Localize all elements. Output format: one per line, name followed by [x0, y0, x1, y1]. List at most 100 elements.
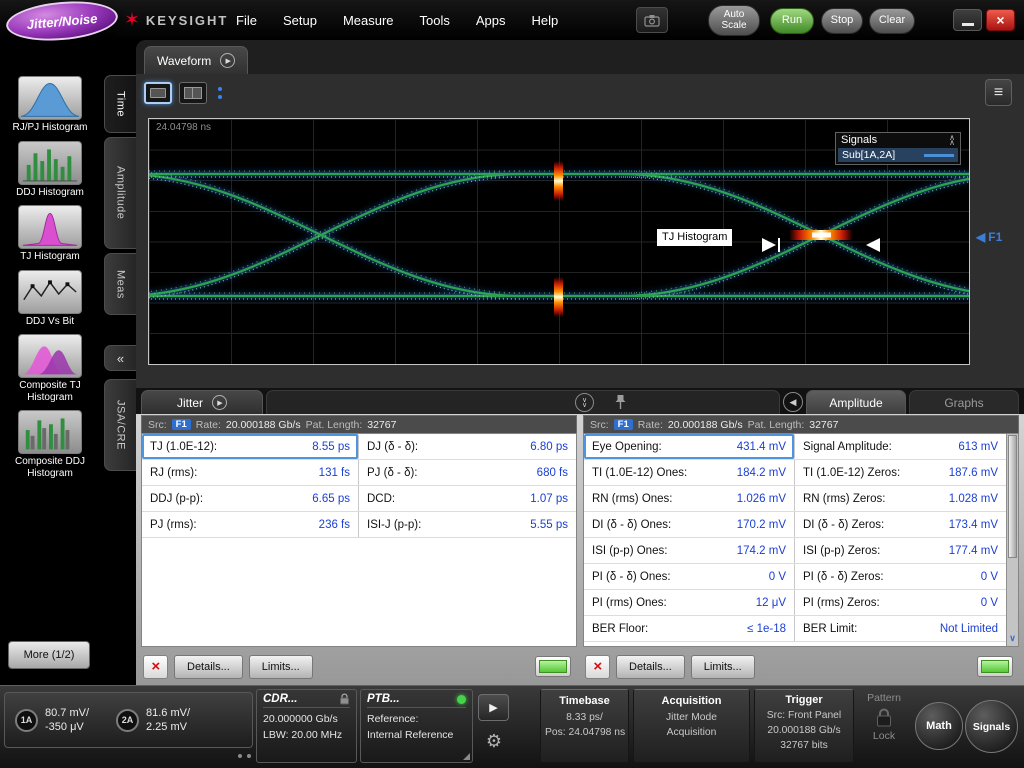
- table-row: DDJ (p-p):6.65 ps DCD:1.07 ps: [142, 486, 576, 512]
- sidebar-item-tj-histogram[interactable]: TJ Histogram: [2, 205, 98, 263]
- ddj-vs-bit-thumbnail-icon: [18, 270, 82, 314]
- meas-cell[interactable]: PJ (δ - δ):680 fs: [359, 460, 576, 485]
- single-display-button[interactable]: [144, 82, 172, 104]
- side-tab-time[interactable]: Time: [104, 75, 136, 133]
- signals-button[interactable]: Signals: [965, 700, 1018, 753]
- channel-1a-badge[interactable]: 1A: [15, 709, 38, 732]
- ptb-panel[interactable]: PTB... Reference: Internal Reference: [360, 689, 473, 763]
- meas-cell[interactable]: TI (1.0E-12) Ones:184.2 mV: [584, 460, 795, 485]
- circle-play-icon[interactable]: ▶: [212, 395, 227, 410]
- menu-tools[interactable]: Tools: [420, 13, 450, 28]
- split-display-button[interactable]: [179, 82, 207, 104]
- meas-cell[interactable]: TI (1.0E-12) Zeros:187.6 mV: [795, 460, 1006, 485]
- trigger-panel[interactable]: Trigger Src: Front Panel 20.000188 Gb/s …: [754, 689, 854, 763]
- sidebar-item-label: DDJ Histogram: [2, 187, 98, 199]
- minimize-button[interactable]: [953, 9, 982, 31]
- f1-source-marker[interactable]: ◀ F1: [976, 230, 1002, 244]
- clear-measurement-button[interactable]: ×: [143, 655, 168, 679]
- collapse-sidebar-button[interactable]: «: [104, 345, 136, 371]
- tj-histogram-tag[interactable]: TJ Histogram: [657, 229, 732, 246]
- scroll-down-icon[interactable]: ∨: [1007, 633, 1018, 646]
- panel-back-icon[interactable]: ◀: [783, 392, 803, 412]
- meas-cell[interactable]: ISI (p-p) Ones:174.2 mV: [584, 538, 795, 563]
- meas-cell[interactable]: TJ (1.0E-12):8.55 ps: [142, 434, 359, 459]
- meas-cell[interactable]: DDJ (p-p):6.65 ps: [142, 486, 359, 511]
- jitter-panel-footer: × Details... Limits...: [141, 647, 577, 681]
- meas-cell[interactable]: BER Floor:≤ 1e-18: [584, 616, 795, 641]
- meas-cell[interactable]: PI (rms) Zeros:0 V: [795, 590, 1006, 615]
- menu-file[interactable]: File: [236, 13, 257, 28]
- sidebar-item-composite-ddj-histogram[interactable]: Composite DDJ Histogram: [2, 410, 98, 479]
- source-badge[interactable]: F1: [614, 419, 633, 430]
- pin-icon[interactable]: [613, 394, 628, 411]
- meas-cell[interactable]: ISI-J (p-p):5.55 ps: [359, 512, 576, 537]
- meas-cell[interactable]: DCD:1.07 ps: [359, 486, 576, 511]
- meas-cell[interactable]: DI (δ - δ) Zeros:173.4 mV: [795, 512, 1006, 537]
- kebab-menu-icon[interactable]: [218, 87, 222, 99]
- side-tab-jsacre[interactable]: JSA/CRE: [104, 379, 136, 471]
- limits-button[interactable]: Limits...: [249, 655, 313, 679]
- sidebar-item-ddj-vs-bit[interactable]: DDJ Vs Bit: [2, 270, 98, 328]
- menu-setup[interactable]: Setup: [283, 13, 317, 28]
- meas-cell[interactable]: Eye Opening:431.4 mV: [584, 434, 795, 459]
- source-badge[interactable]: F1: [172, 419, 191, 430]
- meas-cell[interactable]: DJ (δ - δ):6.80 ps: [359, 434, 576, 459]
- amplitude-histogram-bottom: [554, 277, 563, 317]
- meas-cell[interactable]: BER Limit:Not Limited: [795, 616, 1006, 641]
- tab-jitter-label: Jitter: [177, 396, 203, 410]
- meas-cell[interactable]: PI (δ - δ) Ones:0 V: [584, 564, 795, 589]
- meas-cell[interactable]: Signal Amplitude:613 mV: [795, 434, 1006, 459]
- menu-measure[interactable]: Measure: [343, 13, 394, 28]
- stop-button[interactable]: Stop: [821, 8, 863, 34]
- scrollbar-thumb[interactable]: [1008, 435, 1017, 558]
- menu-apps[interactable]: Apps: [476, 13, 506, 28]
- tab-graphs[interactable]: Graphs: [909, 390, 1019, 414]
- meas-cell[interactable]: RN (rms) Ones:1.026 mV: [584, 486, 795, 511]
- meas-cell[interactable]: DI (δ - δ) Ones:170.2 mV: [584, 512, 795, 537]
- sidebar-more-button[interactable]: More (1/2): [8, 641, 90, 669]
- menu-help[interactable]: Help: [532, 13, 559, 28]
- eye-diagram-plot[interactable]: 24.04798 ns Signals ∧∧ Sub[1A,2A] TJ His…: [148, 118, 970, 365]
- details-button[interactable]: Details...: [174, 655, 243, 679]
- timebase-panel[interactable]: Timebase 8.33 ps/ Pos: 24.04798 ns: [540, 689, 629, 763]
- acquisition-panel[interactable]: Acquisition Jitter Mode Acquisition: [633, 689, 750, 763]
- close-icon: ×: [996, 12, 1004, 28]
- meas-cell[interactable]: PI (rms) Ones:12 μV: [584, 590, 795, 615]
- channels-panel[interactable]: 1A 80.7 mV/ -350 μV 2A 81.6 mV/ 2.25 mV: [4, 692, 253, 748]
- sidebar-item-composite-tj-histogram[interactable]: Composite TJ Histogram: [2, 334, 98, 403]
- meas-cell[interactable]: ISI (p-p) Zeros:177.4 mV: [795, 538, 1006, 563]
- meas-cell[interactable]: RJ (rms):131 fs: [142, 460, 359, 485]
- legend-collapse-icon[interactable]: ∧∧: [949, 135, 955, 145]
- hamburger-menu-icon[interactable]: ≡: [985, 79, 1012, 106]
- side-tab-meas[interactable]: Meas: [104, 253, 136, 315]
- screenshot-button[interactable]: [636, 7, 668, 33]
- sidebar-item-rjpj-histogram[interactable]: RJ/PJ Histogram: [2, 76, 98, 134]
- tj-marker-left-icon[interactable]: [866, 238, 880, 252]
- tab-jitter[interactable]: Jitter ▶: [141, 390, 263, 414]
- clear-button[interactable]: Clear: [869, 8, 915, 34]
- meas-cell[interactable]: PJ (rms):236 fs: [142, 512, 359, 537]
- details-button[interactable]: Details...: [616, 655, 685, 679]
- channel-2a-badge[interactable]: 2A: [116, 709, 139, 732]
- circle-play-icon[interactable]: ▶: [220, 53, 235, 68]
- clear-measurement-button[interactable]: ×: [585, 655, 610, 679]
- pattern-lock-panel[interactable]: Pattern Lock: [858, 692, 910, 742]
- close-button[interactable]: ×: [986, 9, 1015, 31]
- auto-scale-button[interactable]: Auto Scale: [708, 5, 760, 36]
- scrollbar[interactable]: ∨: [1006, 434, 1018, 646]
- limits-button[interactable]: Limits...: [691, 655, 755, 679]
- legend-entry[interactable]: Sub[1A,2A]: [838, 148, 958, 162]
- tab-waveform[interactable]: Waveform ▶: [144, 46, 248, 74]
- settings-button[interactable]: ⚙: [481, 728, 507, 754]
- ptb-play-button[interactable]: ▶: [478, 694, 509, 721]
- meas-cell[interactable]: RN (rms) Zeros:1.028 mV: [795, 486, 1006, 511]
- tab-amplitude[interactable]: Amplitude: [806, 390, 906, 414]
- meas-cell[interactable]: PI (δ - δ) Zeros:0 V: [795, 564, 1006, 589]
- collapse-panel-icon[interactable]: ∨∨: [575, 393, 594, 412]
- side-tab-amplitude[interactable]: Amplitude: [104, 137, 136, 249]
- math-button[interactable]: Math: [915, 702, 963, 750]
- cdr-panel[interactable]: CDR... 20.000000 Gb/s LBW: 20.00 MHz: [256, 689, 357, 763]
- tj-marker-right-icon[interactable]: [762, 238, 776, 252]
- sidebar-item-ddj-histogram[interactable]: DDJ Histogram: [2, 141, 98, 199]
- run-button[interactable]: Run: [770, 8, 814, 34]
